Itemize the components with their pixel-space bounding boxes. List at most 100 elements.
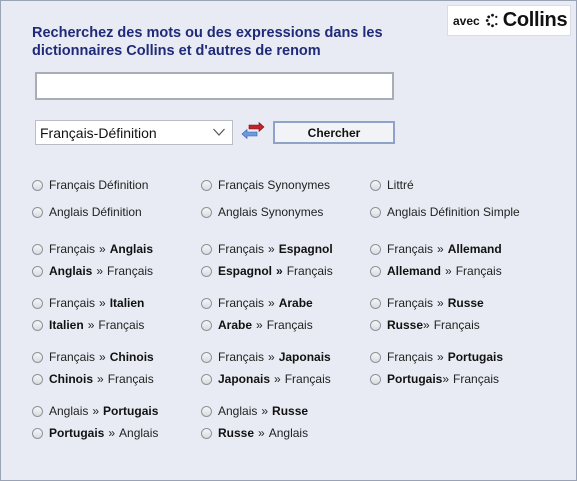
dictionary-select[interactable]: Français-Définition <box>35 120 233 145</box>
option-portugais-anglais[interactable]: Portugais» Anglais <box>32 425 158 441</box>
option-russe-francais[interactable]: Russe» Français <box>370 317 480 333</box>
option-sep: » <box>99 296 106 310</box>
option-from: Chinois <box>49 372 93 386</box>
option-portugais-francais[interactable]: Portugais» Français <box>370 371 499 387</box>
radio-icon[interactable] <box>370 265 381 277</box>
option-to: Anglais <box>109 242 154 256</box>
option-to: Russe <box>272 404 309 418</box>
search-button[interactable]: Chercher <box>273 121 395 144</box>
radio-icon[interactable] <box>201 373 212 385</box>
option-francais-italien[interactable]: Français» Italien <box>32 295 144 311</box>
swap-arrows-icon[interactable] <box>241 122 265 142</box>
option-to: Français <box>455 264 502 278</box>
option-francais-espagnol[interactable]: Français» Espagnol <box>201 241 333 257</box>
option-francais-arabe[interactable]: Français» Arabe <box>201 295 313 311</box>
option-to: Français <box>98 318 145 332</box>
option-allemand-francais[interactable]: Allemand» Français <box>370 263 502 279</box>
option-sep: » <box>92 404 100 418</box>
option-from: Allemand <box>387 264 442 278</box>
option-italien-francais[interactable]: Italien» Français <box>32 317 144 333</box>
option-anglais-portugais[interactable]: Anglais» Portugais <box>32 403 158 419</box>
option-to: Espagnol <box>278 242 333 256</box>
radio-icon[interactable] <box>201 265 212 277</box>
option-sep: » <box>268 296 275 310</box>
heading-line-1: Recherchez des mots ou des expressions d… <box>32 25 383 41</box>
option-francais-russe[interactable]: Français» Russe <box>370 295 484 311</box>
radio-icon[interactable] <box>370 297 381 309</box>
radio-icon[interactable] <box>370 351 381 363</box>
radio-icon[interactable] <box>201 319 212 331</box>
radio-icon[interactable] <box>32 206 43 218</box>
radio-icon[interactable] <box>370 319 381 331</box>
option-label: Français Synonymes <box>218 178 331 192</box>
option-sep: » <box>108 426 116 440</box>
option-to: Italien <box>109 296 145 310</box>
option-from: Français <box>49 350 96 364</box>
radio-icon[interactable] <box>201 243 212 255</box>
heading-line-2: dictionnaires Collins et d'autres de ren… <box>32 43 321 59</box>
option-anglais-russe[interactable]: Anglais» Russe <box>201 403 308 419</box>
option-from: Japonais <box>218 372 271 386</box>
option-from: Français <box>218 296 265 310</box>
option-francais-chinois[interactable]: Français» Chinois <box>32 349 154 365</box>
option-francais-japonais[interactable]: Français» Japonais <box>201 349 331 365</box>
option-sep: » <box>261 404 269 418</box>
option-arabe-francais[interactable]: Arabe» Français <box>201 317 313 333</box>
collins-brand[interactable]: avec Collins <box>447 5 571 36</box>
option-francais-allemand[interactable]: Français» Allemand <box>370 241 502 257</box>
option-from: Russe <box>387 318 424 332</box>
option-sep: » <box>276 264 283 278</box>
option-anglais-francais[interactable]: Anglais» Français <box>32 263 153 279</box>
radio-icon[interactable] <box>32 243 43 255</box>
option-from: Portugais <box>387 372 443 386</box>
option-label: Anglais Définition Simple <box>387 205 520 219</box>
search-panel: Recherchez des mots ou des expressions d… <box>0 0 577 481</box>
option-littre[interactable]: Littré <box>370 177 414 193</box>
radio-icon[interactable] <box>32 297 43 309</box>
radio-icon[interactable] <box>201 179 212 191</box>
option-sep: » <box>274 372 281 386</box>
radio-icon[interactable] <box>32 351 43 363</box>
radio-icon[interactable] <box>32 373 43 385</box>
option-russe-anglais[interactable]: Russe» Anglais <box>201 425 308 441</box>
option-from: Français <box>49 242 96 256</box>
radio-icon[interactable] <box>370 206 381 218</box>
radio-icon[interactable] <box>201 405 212 417</box>
option-label: Français Définition <box>49 178 149 192</box>
chevron-down-icon <box>213 128 225 136</box>
option-francais-definition[interactable]: Français Définition <box>32 177 148 193</box>
option-anglais-definition[interactable]: Anglais Définition <box>32 204 142 220</box>
option-sep: » <box>442 372 450 386</box>
collins-logo-icon <box>485 13 498 28</box>
radio-icon[interactable] <box>370 373 381 385</box>
option-espagnol-francais[interactable]: Espagnol» Français <box>201 263 333 279</box>
option-japonais-francais[interactable]: Japonais» Français <box>201 371 331 387</box>
radio-icon[interactable] <box>32 405 43 417</box>
option-to: Français <box>107 264 154 278</box>
option-to: Français <box>284 372 331 386</box>
option-francais-anglais[interactable]: Français» Anglais <box>32 241 153 257</box>
option-from: Arabe <box>218 318 253 332</box>
option-anglais-definition-simple[interactable]: Anglais Définition Simple <box>370 204 520 220</box>
radio-icon[interactable] <box>201 206 212 218</box>
radio-icon[interactable] <box>370 179 381 191</box>
radio-icon[interactable] <box>201 297 212 309</box>
option-sep: » <box>268 350 275 364</box>
option-sep: » <box>437 242 444 256</box>
option-chinois-francais[interactable]: Chinois » Français <box>32 371 154 387</box>
option-anglais-synonymes[interactable]: Anglais Synonymes <box>201 204 323 220</box>
radio-icon[interactable] <box>32 319 43 331</box>
option-francais-portugais[interactable]: Français» Portugais <box>370 349 503 365</box>
search-input[interactable] <box>35 72 394 100</box>
option-from: Espagnol <box>218 264 273 278</box>
radio-icon[interactable] <box>32 427 43 439</box>
option-francais-synonymes[interactable]: Français Synonymes <box>201 177 330 193</box>
radio-icon[interactable] <box>201 427 212 439</box>
radio-icon[interactable] <box>370 243 381 255</box>
radio-icon[interactable] <box>32 179 43 191</box>
option-sep: » <box>437 350 444 364</box>
radio-icon[interactable] <box>201 351 212 363</box>
option-sep: » <box>87 318 95 332</box>
radio-icon[interactable] <box>32 265 43 277</box>
option-from: Français <box>387 296 434 310</box>
